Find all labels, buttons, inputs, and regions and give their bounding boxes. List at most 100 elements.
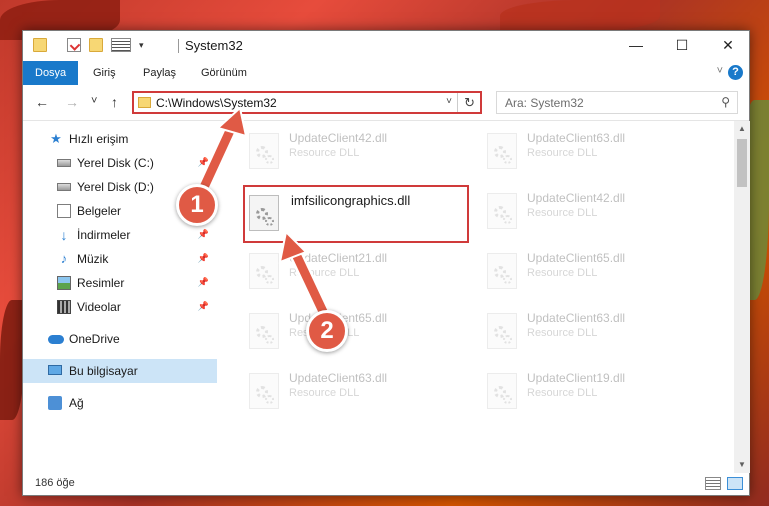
file-item[interactable]: UpdateClient21.dll Resource DLL [243,245,473,295]
vertical-scrollbar[interactable]: ▲ ▼ [734,121,750,473]
pictures-icon [57,276,71,290]
sidebar-item-label: Hızlı erişim [69,132,129,146]
folder-icon [138,97,151,108]
music-icon: ♪ [60,251,68,266]
search-icon[interactable]: ⚲ [721,95,730,109]
sidebar-item-label: OneDrive [69,332,120,346]
file-name: UpdateClient63.dll [289,371,388,385]
dll-file-icon [249,313,279,349]
refresh-icon[interactable]: ↻ [464,95,475,111]
sidebar-item-label: Videolar [77,300,121,314]
file-name: imfsilicongraphics.dll [291,193,411,208]
forward-button[interactable]: → [65,94,79,110]
pin-icon[interactable]: 📌 [198,229,209,240]
dll-file-icon [249,195,279,231]
file-type: Resource DLL [527,267,598,279]
large-icons-view-button[interactable] [727,477,743,490]
help-icon[interactable]: ? [728,65,743,80]
sidebar-item-music[interactable]: ♪ Müzik 📌 [23,247,217,271]
sidebar-item-downloads[interactable]: ↓ İndirmeler 📌 [23,223,217,247]
status-bar: 186 öğe [23,473,749,495]
background-leaf [500,0,660,32]
star-icon: ★ [50,131,62,146]
sidebar-item-label: İndirmeler [77,228,131,242]
address-path: C:\Windows\System32 [156,96,277,110]
file-item[interactable]: UpdateClient65.dll Resource DLL [243,305,473,355]
tab-share[interactable]: Paylaş [131,61,188,85]
tab-file[interactable]: Dosya [23,61,79,85]
background-leaf [0,300,24,420]
title-separator [178,39,179,53]
file-type: Resource DLL [289,267,360,279]
file-type: Resource DLL [527,327,598,339]
file-type: Resource DLL [527,387,598,399]
sidebar-item-network[interactable]: Ağ [23,391,217,415]
dll-file-icon [487,313,517,349]
minimize-button[interactable]: — [613,31,659,61]
title-bar: ▾ System32 — ☐ ✕ [23,31,749,61]
new-folder-icon[interactable] [89,38,103,52]
up-button[interactable]: ↑ [111,94,118,110]
sidebar-item-quick-access[interactable]: ★ Hızlı erişim [23,127,217,151]
download-icon: ↓ [60,227,68,243]
sidebar-item-this-pc[interactable]: Bu bilgisayar [23,359,217,383]
sidebar-item-label: Yerel Disk (C:) [77,156,154,170]
address-bar[interactable]: C:\Windows\System32 ˅ ↻ [132,91,482,114]
file-item[interactable]: UpdateClient42.dll Resource DLL [481,185,711,235]
sidebar-item-label: Müzik [77,252,109,266]
search-input[interactable]: Ara: System32 ⚲ [496,91,738,114]
chevron-down-icon[interactable]: ˅ [446,96,452,107]
file-name: UpdateClient63.dll [527,311,626,325]
back-button[interactable]: ← [35,94,49,110]
scroll-down-icon[interactable]: ▼ [734,457,750,473]
pin-icon[interactable]: 📌 [198,157,209,168]
recent-locations-button[interactable]: ˅ [91,95,97,107]
view-options-icon[interactable] [111,38,131,52]
maximize-button[interactable]: ☐ [659,31,705,61]
ribbon-expand-icon[interactable]: ˅ [717,65,723,77]
file-name: UpdateClient65.dll [527,251,626,265]
close-button[interactable]: ✕ [705,31,751,61]
sidebar-item-label: Bu bilgisayar [69,364,138,378]
file-name: UpdateClient42.dll [289,131,388,145]
file-item[interactable]: UpdateClient65.dll Resource DLL [481,245,711,295]
file-item[interactable]: UpdateClient63.dll Resource DLL [481,305,711,355]
dll-file-icon [487,373,517,409]
folder-icon [33,38,47,52]
details-view-button[interactable] [705,477,721,490]
file-item[interactable]: UpdateClient19.dll Resource DLL [481,365,711,415]
highlighted-file-item[interactable]: imfsilicongraphics.dll [243,185,469,243]
step-2-badge: 2 [306,310,348,352]
sidebar-item-pictures[interactable]: Resimler 📌 [23,271,217,295]
drive-icon [57,183,71,191]
file-item[interactable]: UpdateClient63.dll Resource DLL [481,125,711,175]
cloud-icon [48,335,64,344]
network-icon [48,396,62,410]
scrollbar-thumb[interactable] [737,139,747,187]
sidebar-item-videos[interactable]: Videolar 📌 [23,295,217,319]
file-type: Resource DLL [527,147,598,159]
step-1-badge: 1 [176,184,218,226]
properties-icon[interactable] [67,38,81,52]
quick-access-dropdown-icon[interactable]: ▾ [139,38,153,52]
dll-file-icon [487,253,517,289]
pin-icon[interactable]: 📌 [198,277,209,288]
pin-icon[interactable]: 📌 [198,253,209,264]
explorer-window: ▾ System32 — ☐ ✕ Dosya Giriş Paylaş Görü… [22,30,750,496]
file-name: UpdateClient42.dll [527,191,626,205]
search-placeholder: Ara: System32 [505,96,584,110]
pc-icon [48,365,62,375]
tab-home[interactable]: Giriş [81,61,128,85]
tab-view[interactable]: Görünüm [189,61,259,85]
pin-icon[interactable]: 📌 [198,301,209,312]
file-item[interactable]: UpdateClient42.dll Resource DLL [243,125,473,175]
file-type: Resource DLL [289,147,360,159]
dll-file-icon [249,373,279,409]
navigation-pane: ★ Hızlı erişim Yerel Disk (C:) 📌 Yerel D… [23,121,217,473]
file-item[interactable]: UpdateClient63.dll Resource DLL [243,365,473,415]
navigation-bar: ← → ˅ ↑ C:\Windows\System32 ˅ ↻ Ara: Sys… [23,85,749,121]
scroll-up-icon[interactable]: ▲ [734,121,750,137]
dll-file-icon [249,133,279,169]
sidebar-item-onedrive[interactable]: OneDrive [23,327,217,351]
sidebar-item-local-disk-c[interactable]: Yerel Disk (C:) 📌 [23,151,217,175]
